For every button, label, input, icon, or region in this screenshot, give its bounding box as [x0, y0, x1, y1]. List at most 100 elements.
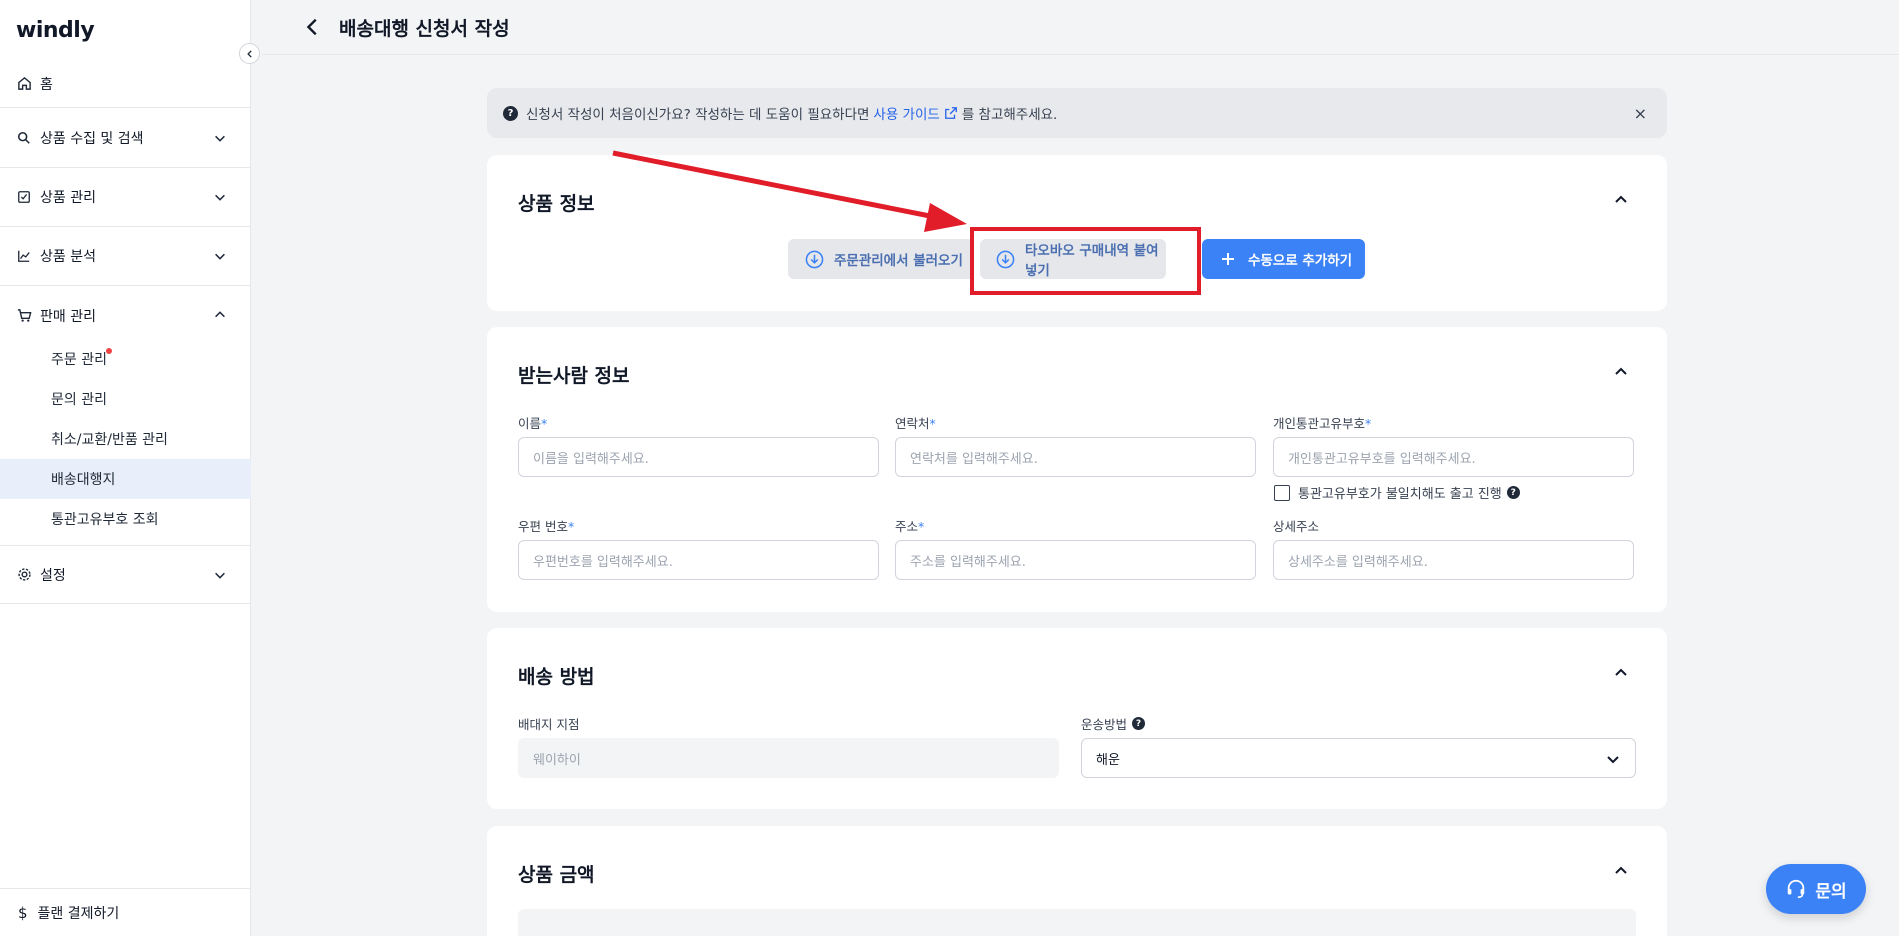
name-label: 이름* [518, 416, 548, 431]
sidebar-item-label: 문의 관리 [51, 392, 107, 408]
gear-icon [16, 567, 32, 583]
close-banner-button[interactable]: × [1634, 104, 1647, 123]
banner-text: 신청서 작성이 처음이신가요? 작성하는 데 도움이 필요하다면 [526, 107, 870, 123]
field-value: 웨이하이 [533, 752, 581, 768]
method-label: 운송방법 ? [1081, 714, 1146, 733]
chevron-down-icon [215, 572, 225, 579]
sales-sub-list: 주문 관리 문의 관리 취소/교환/반품 관리 배송대행지 통관고유부호 조회 [0, 339, 251, 539]
help-icon[interactable]: ? [1506, 486, 1520, 499]
button-label: 수동으로 추가하기 [1248, 253, 1353, 269]
help-icon[interactable]: ? [1132, 717, 1146, 730]
shipping-method-card: 배송 방법 배대지 지점 웨이하이 운송방법 ? 해운 [487, 628, 1667, 809]
placeholder: 이름을 입력해주세요. [533, 451, 649, 467]
sidebar-item-label: 취소/교환/반품 관리 [51, 432, 168, 448]
chevron-down-icon [215, 253, 225, 260]
zip-field[interactable]: 우편번호를 입력해주세요. [518, 540, 879, 580]
sidebar-item-label: 배송대행지 [51, 472, 116, 488]
button-label: 주문관리에서 불러오기 [834, 253, 963, 269]
sidebar-item-home[interactable]: 홈 [0, 60, 251, 108]
sidebar-subitem-orders[interactable]: 주문 관리 [0, 339, 251, 379]
placeholder: 주소를 입력해주세요. [910, 554, 1026, 570]
detail-address-field[interactable]: 상세주소를 입력해주세요. [1273, 540, 1634, 580]
chevron-up-icon[interactable] [1613, 665, 1629, 681]
sidebar-item-product-analysis[interactable]: 상품 분석 [0, 227, 251, 286]
chevron-down-icon [215, 135, 225, 142]
chevron-left-icon [246, 49, 252, 58]
placeholder: 개인통관고유부호를 입력해주세요. [1288, 451, 1476, 467]
customs-mismatch-checkbox[interactable] [1274, 484, 1290, 501]
label-text: 운송방법 [1081, 717, 1128, 732]
sidebar-item-label: 홈 [40, 76, 53, 93]
sidebar-item-product-collect[interactable]: 상품 수집 및 검색 [0, 109, 251, 168]
home-icon [16, 76, 32, 92]
sidebar-item-sales-manage[interactable]: 판매 관리 [0, 286, 251, 345]
help-banner: ? 신청서 작성이 처음이신가요? 작성하는 데 도움이 필요하다면 사용 가이… [487, 88, 1667, 138]
question-icon: ? [503, 105, 518, 121]
chevron-up-icon[interactable] [1613, 863, 1629, 879]
external-link-icon [944, 107, 957, 119]
name-field[interactable]: 이름을 입력해주세요. [518, 437, 879, 477]
detail-address-label: 상세주소 [1273, 519, 1320, 534]
sidebar-subitem-customs-lookup[interactable]: 통관고유부호 조회 [0, 499, 251, 539]
back-arrow-icon[interactable] [302, 16, 324, 38]
import-orders-button[interactable]: 주문관리에서 불러오기 [788, 239, 974, 279]
zip-label: 우편 번호* [518, 519, 575, 534]
guide-link[interactable]: 사용 가이드 [873, 103, 957, 123]
section-title: 상품 금액 [518, 864, 595, 886]
annotation-highlight-box [970, 227, 1201, 295]
placeholder: 우편번호를 입력해주세요. [533, 554, 673, 570]
phone-label: 연락처* [895, 416, 936, 431]
chevron-up-icon[interactable] [1613, 364, 1629, 380]
checkbox-label: 통관고유부호가 불일치해도 출고 진행 [1298, 487, 1502, 502]
sidebar-item-product-manage[interactable]: 상품 관리 [0, 168, 251, 227]
sidebar: windly 홈 상품 수집 및 검색 상품 관리 상품 분석 판매 관리 주문… [0, 0, 251, 936]
section-title: 상품 정보 [518, 193, 595, 215]
placeholder: 연락처를 입력해주세요. [910, 451, 1038, 467]
page-title: 배송대행 신청서 작성 [339, 18, 510, 40]
headset-icon [1785, 878, 1807, 900]
address-field[interactable]: 주소를 입력해주세요. [895, 540, 1256, 580]
sidebar-item-label: 설정 [40, 567, 66, 584]
guide-link-label: 사용 가이드 [873, 107, 940, 123]
section-title: 받는사람 정보 [518, 365, 630, 387]
selected-value: 해운 [1096, 752, 1120, 768]
customs-mismatch-option[interactable]: 통관고유부호가 불일치해도 출고 진행 ? [1274, 483, 1520, 502]
inquiry-chat-button[interactable]: 문의 [1766, 864, 1866, 914]
download-icon [804, 249, 824, 269]
cart-icon [16, 308, 32, 324]
sidebar-subitem-inquiries[interactable]: 문의 관리 [0, 379, 251, 419]
button-label: 문의 [1815, 881, 1847, 902]
warehouse-field: 웨이하이 [518, 738, 1059, 778]
customs-code-field[interactable]: 개인통관고유부호를 입력해주세요. [1273, 437, 1634, 477]
product-price-card: 상품 금액 [487, 826, 1667, 936]
page-header: 배송대행 신청서 작성 [262, 0, 1899, 55]
chevron-up-icon[interactable] [1613, 192, 1629, 208]
sidebar-item-plan-payment[interactable]: $ 플랜 결제하기 [0, 888, 251, 936]
chevron-up-icon [215, 311, 225, 318]
customs-code-label: 개인통관고유부호* [1273, 416, 1372, 431]
search-icon [16, 130, 32, 146]
sidebar-collapse-button[interactable] [239, 43, 260, 64]
manual-add-button[interactable]: 수동으로 추가하기 [1202, 239, 1365, 279]
sidebar-item-label: 판매 관리 [40, 308, 96, 325]
chevron-down-icon [215, 194, 225, 201]
dollar-icon: $ [18, 903, 28, 922]
phone-field[interactable]: 연락처를 입력해주세요. [895, 437, 1256, 477]
sidebar-item-label: 상품 분석 [40, 249, 96, 265]
sidebar-item-label: 상품 관리 [40, 190, 96, 206]
sidebar-item-label: 주문 관리 [51, 352, 107, 368]
app-logo[interactable]: windly [16, 18, 95, 43]
sidebar-item-label: 상품 수집 및 검색 [40, 131, 144, 147]
warehouse-label: 배대지 지점 [518, 717, 580, 732]
banner-text-after: 를 참고해주세요. [961, 107, 1058, 123]
recipient-info-card: 받는사람 정보 이름* 이름을 입력해주세요. 연락처* 연락처를 입력해주세요… [487, 327, 1667, 612]
sidebar-item-settings[interactable]: 설정 [0, 545, 251, 604]
notification-dot [106, 348, 112, 354]
section-title: 배송 방법 [518, 666, 595, 688]
plus-icon [1218, 249, 1238, 269]
checklist-icon [16, 189, 32, 205]
sidebar-subitem-forwarding[interactable]: 배송대행지 [0, 459, 251, 499]
shipping-method-select[interactable]: 해운 [1081, 738, 1636, 778]
sidebar-subitem-returns[interactable]: 취소/교환/반품 관리 [0, 419, 251, 459]
sidebar-item-label: 통관고유부호 조회 [51, 512, 159, 528]
